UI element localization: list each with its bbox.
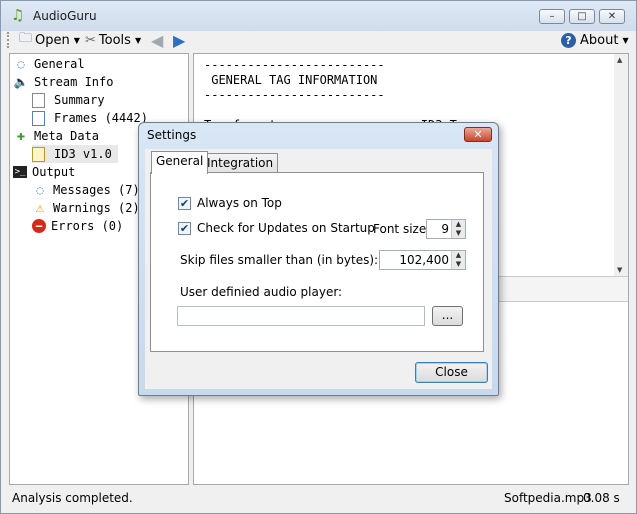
font-size-spinner[interactable]: 9 ▲ ▼ xyxy=(426,219,466,239)
maximize-button[interactable]: □ xyxy=(569,9,595,24)
font-size-value: 9 xyxy=(441,222,449,236)
chevron-down-icon: ▼ xyxy=(73,35,80,45)
always-on-top-checkbox[interactable]: ✔ xyxy=(178,197,191,210)
frames-icon xyxy=(32,110,45,126)
tree-item-label: General xyxy=(34,57,85,71)
open-button[interactable]: 🗀 Open ▼ xyxy=(19,31,80,49)
tree-item-errors[interactable]: − Errors (0) xyxy=(32,217,123,235)
browse-button[interactable]: ... xyxy=(432,306,463,326)
tree-item-label: Frames (4442) xyxy=(54,111,148,125)
tools-button[interactable]: ✂ Tools ▼ xyxy=(85,31,141,49)
window-title: AudioGuru xyxy=(33,9,97,23)
tag-document-icon xyxy=(32,146,45,162)
document-icon xyxy=(32,92,45,108)
tree-item-label: Stream Info xyxy=(34,75,114,89)
help-icon: ? xyxy=(561,32,576,48)
tree-item-output[interactable]: >_ Output xyxy=(13,163,75,181)
status-file: Softpedia.mp3 xyxy=(504,491,592,505)
info-bulb-icon: ◌ xyxy=(36,183,44,197)
open-label: Open xyxy=(35,32,70,48)
tree-item-label: Output xyxy=(32,165,76,179)
tree-item-label: Summary xyxy=(54,93,105,107)
minimize-button[interactable]: – xyxy=(539,9,565,24)
tree-item-summary[interactable]: Summary xyxy=(32,91,105,109)
audio-player-input[interactable] xyxy=(177,306,425,326)
tree-item-label: Errors (0) xyxy=(51,219,124,233)
status-time: 0.08 s xyxy=(583,491,620,505)
spin-down-icon[interactable]: ▼ xyxy=(451,229,465,238)
dialog-close-button[interactable]: ✕ xyxy=(464,127,492,142)
dialog-body: General Integration ✔ Always on Top ✔ Ch… xyxy=(145,149,492,389)
tab-integration[interactable]: Integration xyxy=(202,153,279,173)
dialog-title: Settings xyxy=(147,128,197,142)
scroll-down-icon[interactable]: ▼ xyxy=(617,266,622,274)
puzzle-icon: ✚ xyxy=(16,128,26,144)
forward-arrow-icon[interactable]: ▶ xyxy=(173,31,185,50)
back-arrow-icon[interactable]: ◀ xyxy=(151,31,163,50)
tools-label: Tools xyxy=(98,32,131,48)
font-size-label: Font size: xyxy=(373,222,431,236)
console-icon: >_ xyxy=(13,166,27,178)
tree-item-label: Warnings (2) xyxy=(53,201,140,215)
skip-size-value: 102,400 xyxy=(399,253,449,267)
tree-item-label: ID3 v1.0 xyxy=(54,147,112,161)
tree-item-general[interactable]: ◌ General xyxy=(13,55,85,73)
music-note-icon: ♫ xyxy=(11,6,25,24)
always-on-top-label: Always on Top xyxy=(197,196,282,210)
chevron-down-icon: ▼ xyxy=(622,35,629,45)
spin-down-icon[interactable]: ▼ xyxy=(451,260,465,269)
skip-files-label: Skip files smaller than (in bytes): xyxy=(180,253,379,267)
vertical-scrollbar[interactable]: ▲ ▼ xyxy=(614,54,628,276)
tree-item-label: Messages (7) xyxy=(53,183,140,197)
status-bar: Analysis completed. Softpedia.mp3 0.08 s xyxy=(1,487,636,511)
status-message: Analysis completed. xyxy=(12,491,133,505)
audio-player-label: User definied audio player: xyxy=(180,285,343,299)
title-bar[interactable]: ♫ AudioGuru – □ ✕ xyxy=(1,1,636,29)
close-dialog-button[interactable]: Close xyxy=(415,362,488,383)
toolbar: 🗀 Open ▼ ✂ Tools ▼ ◀ ▶ ? About ▼ xyxy=(1,29,636,51)
close-button[interactable]: ✕ xyxy=(599,9,625,24)
open-folder-icon: 🗀 xyxy=(19,31,33,46)
chevron-down-icon: ▼ xyxy=(134,35,142,45)
skip-size-spinner[interactable]: 102,400 ▲ ▼ xyxy=(379,250,466,270)
check-updates-label: Check for Updates on Startup xyxy=(197,221,375,235)
speaker-icon: 🔈 xyxy=(13,75,29,89)
tree-item-id3[interactable]: ID3 v1.0 xyxy=(32,145,118,163)
tree-item-messages[interactable]: ◌ Messages (7) xyxy=(32,181,140,199)
tree-item-label: Meta Data xyxy=(34,129,100,143)
toolbar-grip[interactable] xyxy=(7,32,12,48)
spin-up-icon[interactable]: ▲ xyxy=(451,220,465,229)
tree-item-warnings[interactable]: ⚠ Warnings (2) xyxy=(32,199,140,217)
tree-item-frames[interactable]: Frames (4442) xyxy=(32,109,148,127)
info-bulb-icon: ◌ xyxy=(17,57,25,71)
tab-general[interactable]: General xyxy=(151,151,209,174)
scroll-up-icon[interactable]: ▲ xyxy=(617,56,622,64)
about-label: About xyxy=(580,32,619,48)
tree-item-meta-data[interactable]: ✚ Meta Data xyxy=(13,127,99,145)
settings-dialog: Settings ✕ General Integration ✔ Always … xyxy=(138,122,499,396)
tree-item-stream-info[interactable]: 🔈 Stream Info xyxy=(13,73,114,91)
about-button[interactable]: ? About ▼ xyxy=(561,31,629,49)
error-icon: − xyxy=(32,219,46,233)
wrench-icon: ✂ xyxy=(85,32,96,48)
spin-up-icon[interactable]: ▲ xyxy=(451,251,465,260)
check-updates-checkbox[interactable]: ✔ xyxy=(178,222,191,235)
warning-icon: ⚠ xyxy=(35,200,45,216)
